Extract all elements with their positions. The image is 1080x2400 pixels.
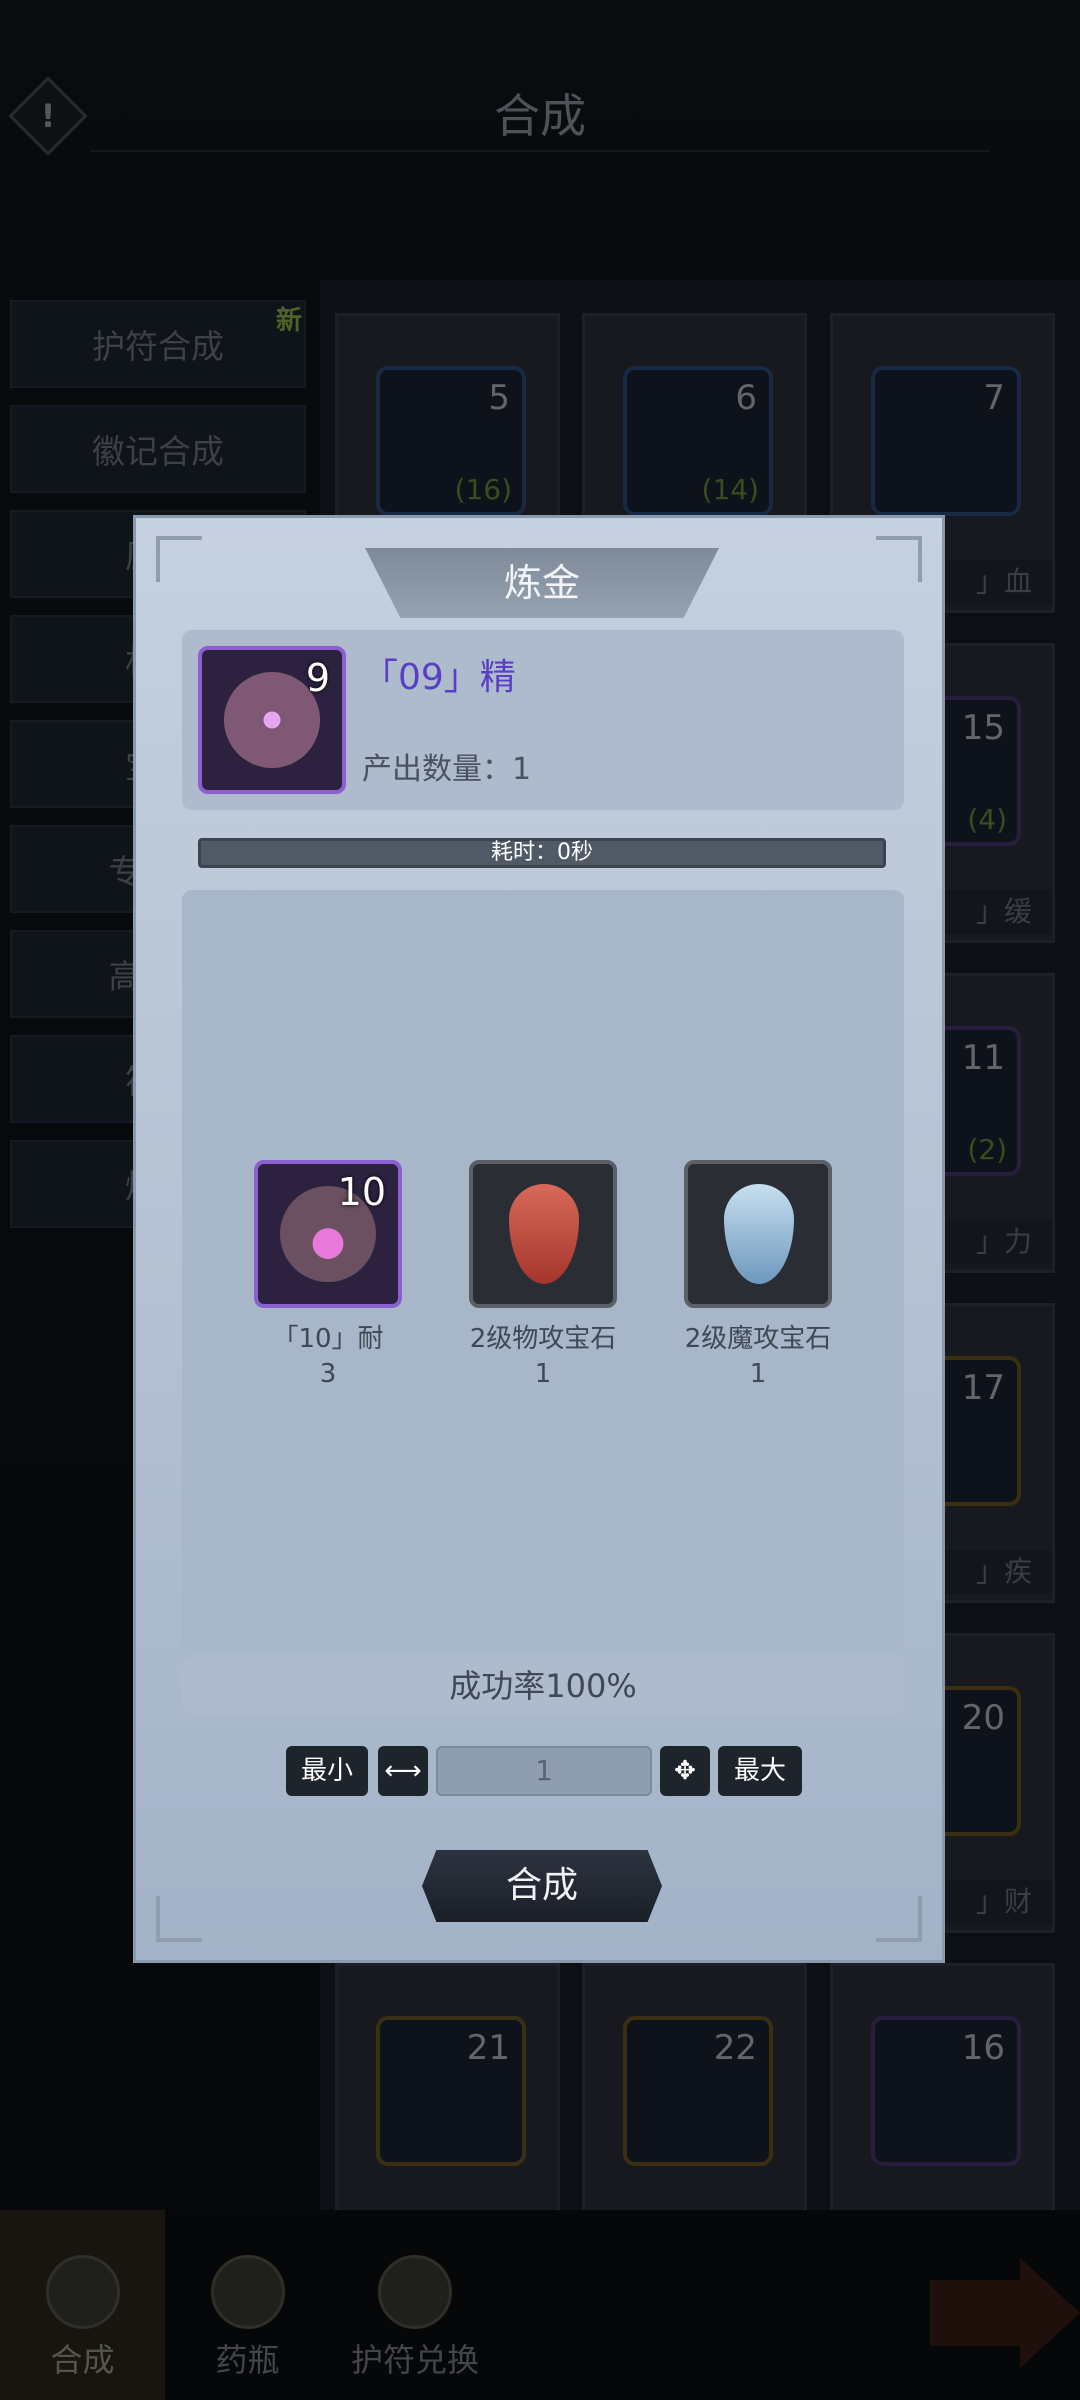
quantity-input[interactable]: 1 (436, 1746, 652, 1796)
corner-ornament (876, 536, 922, 582)
min-button[interactable]: 最小 (286, 1746, 368, 1796)
corner-ornament (156, 536, 202, 582)
material-slot (684, 1160, 832, 1308)
materials-panel: 10 「10」耐 3 2级物攻宝石 1 2级魔攻宝石 1 (182, 890, 904, 1650)
blue-drop-gem-icon (724, 1184, 794, 1284)
corner-ornament (876, 1896, 922, 1942)
max-button[interactable]: 最大 (718, 1746, 802, 1796)
material-slot: 10 (254, 1160, 402, 1308)
material-name: 2级魔攻宝石 (684, 1324, 832, 1354)
product-slot[interactable]: 9 (198, 646, 346, 794)
craft-button[interactable]: 合成 (422, 1850, 662, 1922)
material-qty: 1 (534, 1359, 552, 1389)
product-output: 产出数量：1 (362, 752, 532, 787)
dialog-title: 炼金 (365, 548, 719, 618)
decrease-icon: ⟷ (384, 1756, 422, 1786)
increase-button[interactable]: ✥ (660, 1746, 710, 1796)
decrease-button[interactable]: ⟷ (378, 1746, 428, 1796)
product-level: 9 (305, 656, 330, 700)
material-name: 「10」耐 (272, 1324, 384, 1354)
screen: ! 合成 护符合成 新 徽记合成 原料 材料 宝石 专属宝 高级护 符文 炼金 … (0, 0, 1080, 2400)
corner-ornament (156, 1896, 202, 1942)
material-qty: 1 (749, 1359, 767, 1389)
product-name: 「09」精 (362, 657, 516, 698)
material-name: 2级物攻宝石 (469, 1324, 617, 1354)
material-qty: 3 (319, 1359, 337, 1389)
time-label: 耗时：0秒 (491, 840, 593, 865)
increase-icon: ✥ (674, 1756, 696, 1786)
product-panel: 9 「09」精 产出数量：1 (182, 630, 904, 810)
alchemy-dialog: 炼金 9 「09」精 产出数量：1 耗时：0秒 10 「10」耐 3 2级物攻宝… (133, 515, 945, 1963)
time-progress-bar: 耗时：0秒 (198, 838, 886, 868)
red-drop-gem-icon (509, 1184, 579, 1284)
material-level: 10 (337, 1170, 386, 1214)
material-item[interactable]: 2级物攻宝石 1 (443, 1160, 643, 1389)
material-item[interactable]: 2级魔攻宝石 1 (658, 1160, 858, 1389)
material-slot (469, 1160, 617, 1308)
success-rate: 成功率100% (182, 1658, 904, 1714)
material-item[interactable]: 10 「10」耐 3 (228, 1160, 428, 1389)
